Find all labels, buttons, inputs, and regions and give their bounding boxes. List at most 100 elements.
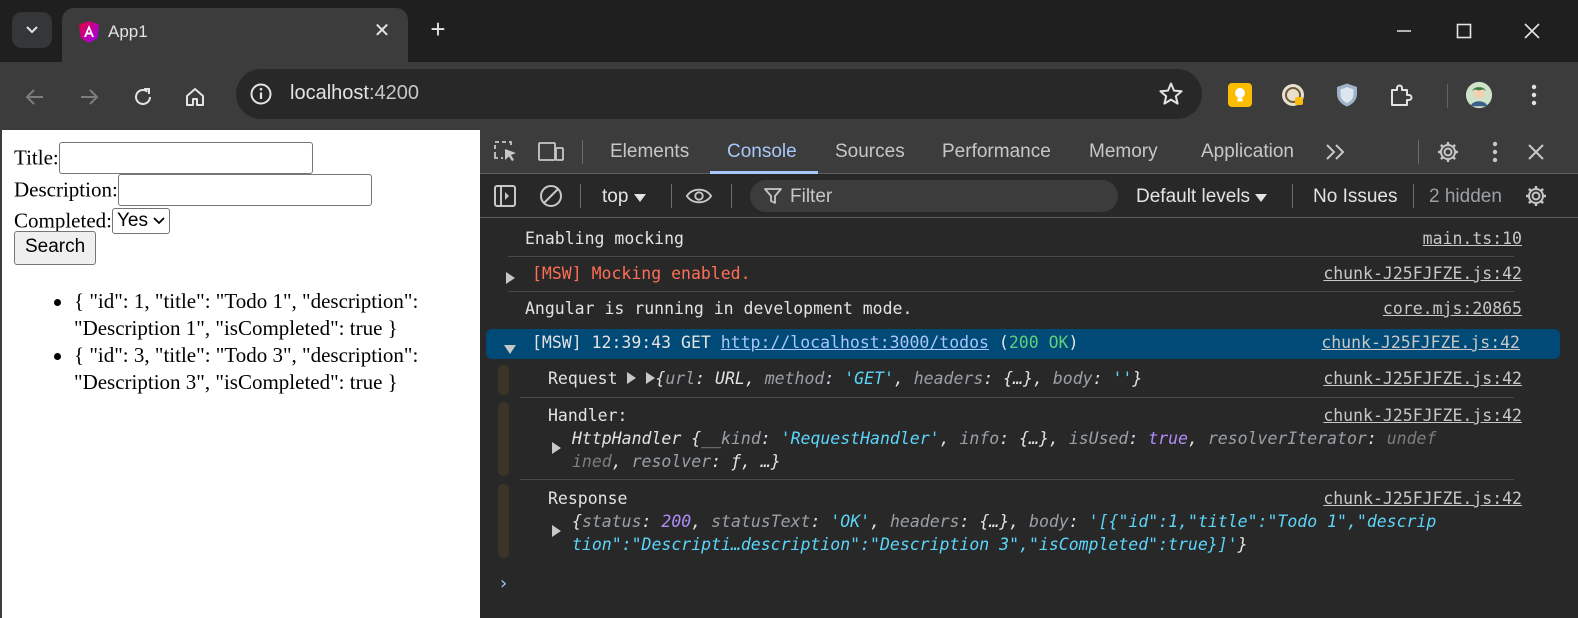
forward-arrow-icon[interactable] [72, 80, 106, 114]
console-message: Angular is running in development mode. … [488, 299, 1560, 323]
toolbar-separator [1292, 184, 1293, 208]
back-arrow-icon[interactable] [18, 80, 52, 114]
log-levels-dropdown[interactable]: Default levels [1136, 186, 1268, 208]
response-body-a: '[{"id":1,"title":"Todo 1","descrip [1088, 512, 1437, 531]
sidebar-toggle-icon[interactable] [491, 183, 519, 209]
more-tabs-chevron-icon[interactable] [1322, 139, 1350, 165]
minimize-icon[interactable] [1386, 14, 1422, 48]
status-close: ) [1068, 333, 1079, 352]
home-icon[interactable] [178, 80, 212, 114]
tab-search-button[interactable] [12, 12, 52, 48]
expand-triangle-icon[interactable] [627, 372, 637, 384]
response-label: Response [548, 489, 628, 508]
tab-sources[interactable]: Sources [835, 141, 905, 163]
bookmark-star-icon[interactable] [1158, 81, 1184, 107]
devtools-tab-bar: Elements Console Sources Performance Mem… [480, 130, 1578, 174]
console-filter-bar: top Filter Default levels No Issues 2 hi… [480, 174, 1578, 218]
message-source-link[interactable]: chunk-J25FJFZE.js:42 [1323, 264, 1522, 283]
extensions-puzzle-icon[interactable] [1387, 81, 1415, 109]
context-selector[interactable]: top [602, 186, 646, 208]
close-devtools-icon[interactable] [1522, 139, 1550, 165]
extension-badge-icon[interactable] [1279, 81, 1307, 109]
expand-triangle-icon[interactable] [506, 269, 515, 288]
description-input[interactable] [117, 174, 372, 206]
console-output: Enabling mocking main.ts:10 [MSW] Mockin… [480, 219, 1578, 618]
message-text: Request {url: URL, method: 'GET', header… [548, 369, 1143, 388]
log-levels-value: Default levels [1136, 186, 1251, 207]
request-prefix: [MSW] 12:39:43 GET [532, 333, 721, 352]
live-expression-eye-icon[interactable] [685, 183, 713, 209]
keep-extension-icon[interactable] [1226, 81, 1254, 109]
browser-menu-icon[interactable] [1520, 81, 1548, 109]
clear-console-icon[interactable] [537, 183, 565, 209]
console-group-header[interactable]: [MSW] 12:39:43 GET http://localhost:3000… [486, 329, 1560, 359]
console-message: Request {url: URL, method: 'GET', header… [488, 369, 1560, 393]
message-source-link[interactable]: chunk-J25FJFZE.js:42 [1323, 489, 1522, 508]
device-toolbar-icon[interactable] [537, 139, 565, 165]
console-prompt-chevron-icon[interactable]: › [498, 573, 509, 594]
completed-selected-value: Yes [117, 210, 148, 232]
browser-tab[interactable]: App1 ✕ [62, 8, 408, 62]
message-source-link[interactable]: chunk-J25FJFZE.js:42 [1323, 406, 1522, 425]
angular-logo-icon [79, 21, 99, 43]
inspect-element-icon[interactable] [492, 139, 520, 165]
toolbar-separator [671, 184, 672, 208]
filter-placeholder: Filter [790, 186, 833, 207]
shield-extension-icon[interactable] [1333, 81, 1361, 109]
toolbar-separator [582, 140, 583, 164]
tab-application[interactable]: Application [1201, 141, 1294, 163]
console-filter-input[interactable]: Filter [750, 180, 1118, 212]
settings-gear-icon[interactable] [1434, 139, 1462, 165]
completed-select[interactable]: Yes [112, 208, 171, 235]
description-row: Description: [14, 174, 372, 206]
chevron-down-icon [153, 217, 165, 225]
status-open: ( [988, 333, 1009, 352]
tab-console[interactable]: Console [727, 141, 797, 163]
tab-memory[interactable]: Memory [1089, 141, 1158, 163]
console-settings-gear-icon[interactable] [1522, 183, 1550, 209]
new-tab-plus-icon[interactable]: + [424, 14, 452, 44]
chevron-down-icon [26, 26, 38, 34]
message-divider [508, 256, 1514, 257]
console-message: Response chunk-J25FJFZE.js:42 {status: 2… [488, 489, 1560, 559]
toolbar-separator [580, 184, 581, 208]
devtools-menu-icon[interactable] [1481, 139, 1509, 165]
profile-avatar[interactable] [1465, 81, 1493, 109]
request-url-link[interactable]: http://localhost:3000/todos [721, 333, 989, 352]
handler-object-line-1: HttpHandler {__kind: 'RequestHandler', i… [572, 429, 1437, 448]
tab-elements[interactable]: Elements [610, 141, 689, 163]
collapse-triangle-icon[interactable] [504, 339, 516, 358]
message-source-link[interactable]: core.mjs:20865 [1383, 299, 1522, 318]
message-source-link[interactable]: chunk-J25FJFZE.js:42 [1321, 333, 1520, 352]
tab-close-icon[interactable]: ✕ [370, 18, 394, 44]
expand-triangle-icon[interactable] [552, 439, 561, 458]
message-source-link[interactable]: main.ts:10 [1423, 229, 1522, 248]
message-divider [508, 291, 1514, 292]
search-button[interactable]: Search [14, 231, 97, 265]
maximize-icon[interactable] [1446, 14, 1482, 48]
handler-isused: true [1148, 429, 1188, 448]
handler-label: Handler: [548, 406, 628, 425]
url-port: :4200 [368, 82, 419, 104]
title-row: Title: [14, 142, 313, 174]
url-text[interactable]: localhost:4200 [290, 82, 419, 105]
dropdown-arrow-icon [1255, 194, 1268, 202]
issues-button[interactable]: No Issues [1313, 186, 1397, 208]
response-object-line-2: tion":"Descripti…description":"Descripti… [572, 535, 1248, 554]
url-host: localhost [290, 82, 369, 104]
window-close-icon[interactable] [1514, 14, 1550, 48]
expand-triangle-icon[interactable] [552, 522, 561, 541]
site-info-icon[interactable] [246, 79, 276, 109]
address-bar[interactable]: localhost:4200 [236, 69, 1202, 119]
tab-title: App1 [108, 22, 148, 41]
handler-iterator-b: ined [572, 452, 612, 471]
tab-performance[interactable]: Performance [942, 141, 1051, 163]
description-label: Description: [14, 177, 118, 202]
title-label: Title: [14, 145, 59, 170]
message-text: Angular is running in development mode. [525, 299, 913, 318]
message-source-link[interactable]: chunk-J25FJFZE.js:42 [1323, 369, 1522, 388]
reload-icon[interactable] [126, 80, 160, 114]
title-input[interactable] [58, 142, 313, 174]
status-code: 200 [1008, 333, 1039, 352]
response-object-line-1: {status: 200, statusText: 'OK', headers:… [572, 512, 1437, 531]
